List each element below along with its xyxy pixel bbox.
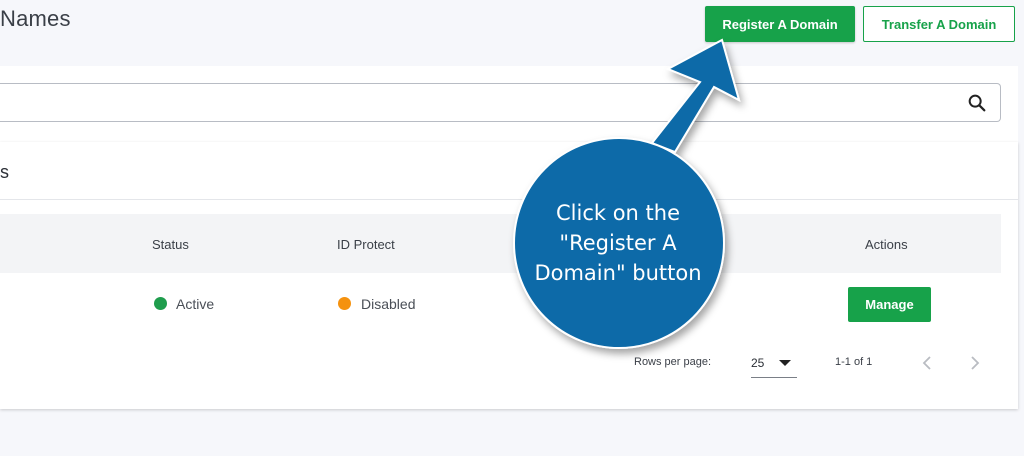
search-input[interactable] <box>0 83 1001 122</box>
status-active-dot <box>154 297 167 310</box>
pagination-range: 1-1 of 1 <box>835 356 873 368</box>
id-protect-text: Disabled <box>361 296 416 312</box>
annotation-line: Click on the <box>555 201 680 225</box>
transfer-domain-button[interactable]: Transfer A Domain <box>863 6 1015 42</box>
register-domain-button[interactable]: Register A Domain <box>705 6 855 42</box>
chevron-right-icon[interactable] <box>968 354 982 372</box>
annotation-text: Click on the "Register A Domain" button <box>523 198 713 288</box>
annotation-line: Domain" button <box>534 261 702 285</box>
status-text: Active <box>176 296 215 312</box>
divider <box>0 199 1018 200</box>
column-header-id-protect[interactable]: ID Protect <box>337 237 395 252</box>
chevron-left-icon[interactable] <box>920 354 934 372</box>
id-protect-disabled-dot <box>338 297 351 310</box>
column-header-actions: Actions <box>865 237 908 252</box>
card-title: s <box>0 162 9 182</box>
manage-button[interactable]: Manage <box>848 287 931 322</box>
rows-per-page-value: 25 <box>751 356 765 370</box>
page-title: Names <box>0 6 71 31</box>
caret-down-icon[interactable] <box>779 360 791 367</box>
domains-table-card <box>0 142 1018 409</box>
rows-per-page-label: Rows per page: <box>634 356 712 368</box>
column-header-status[interactable]: Status <box>152 237 189 252</box>
table-header <box>0 214 1001 273</box>
annotation-line: "Register A <box>559 231 677 255</box>
search-icon[interactable] <box>966 92 988 114</box>
